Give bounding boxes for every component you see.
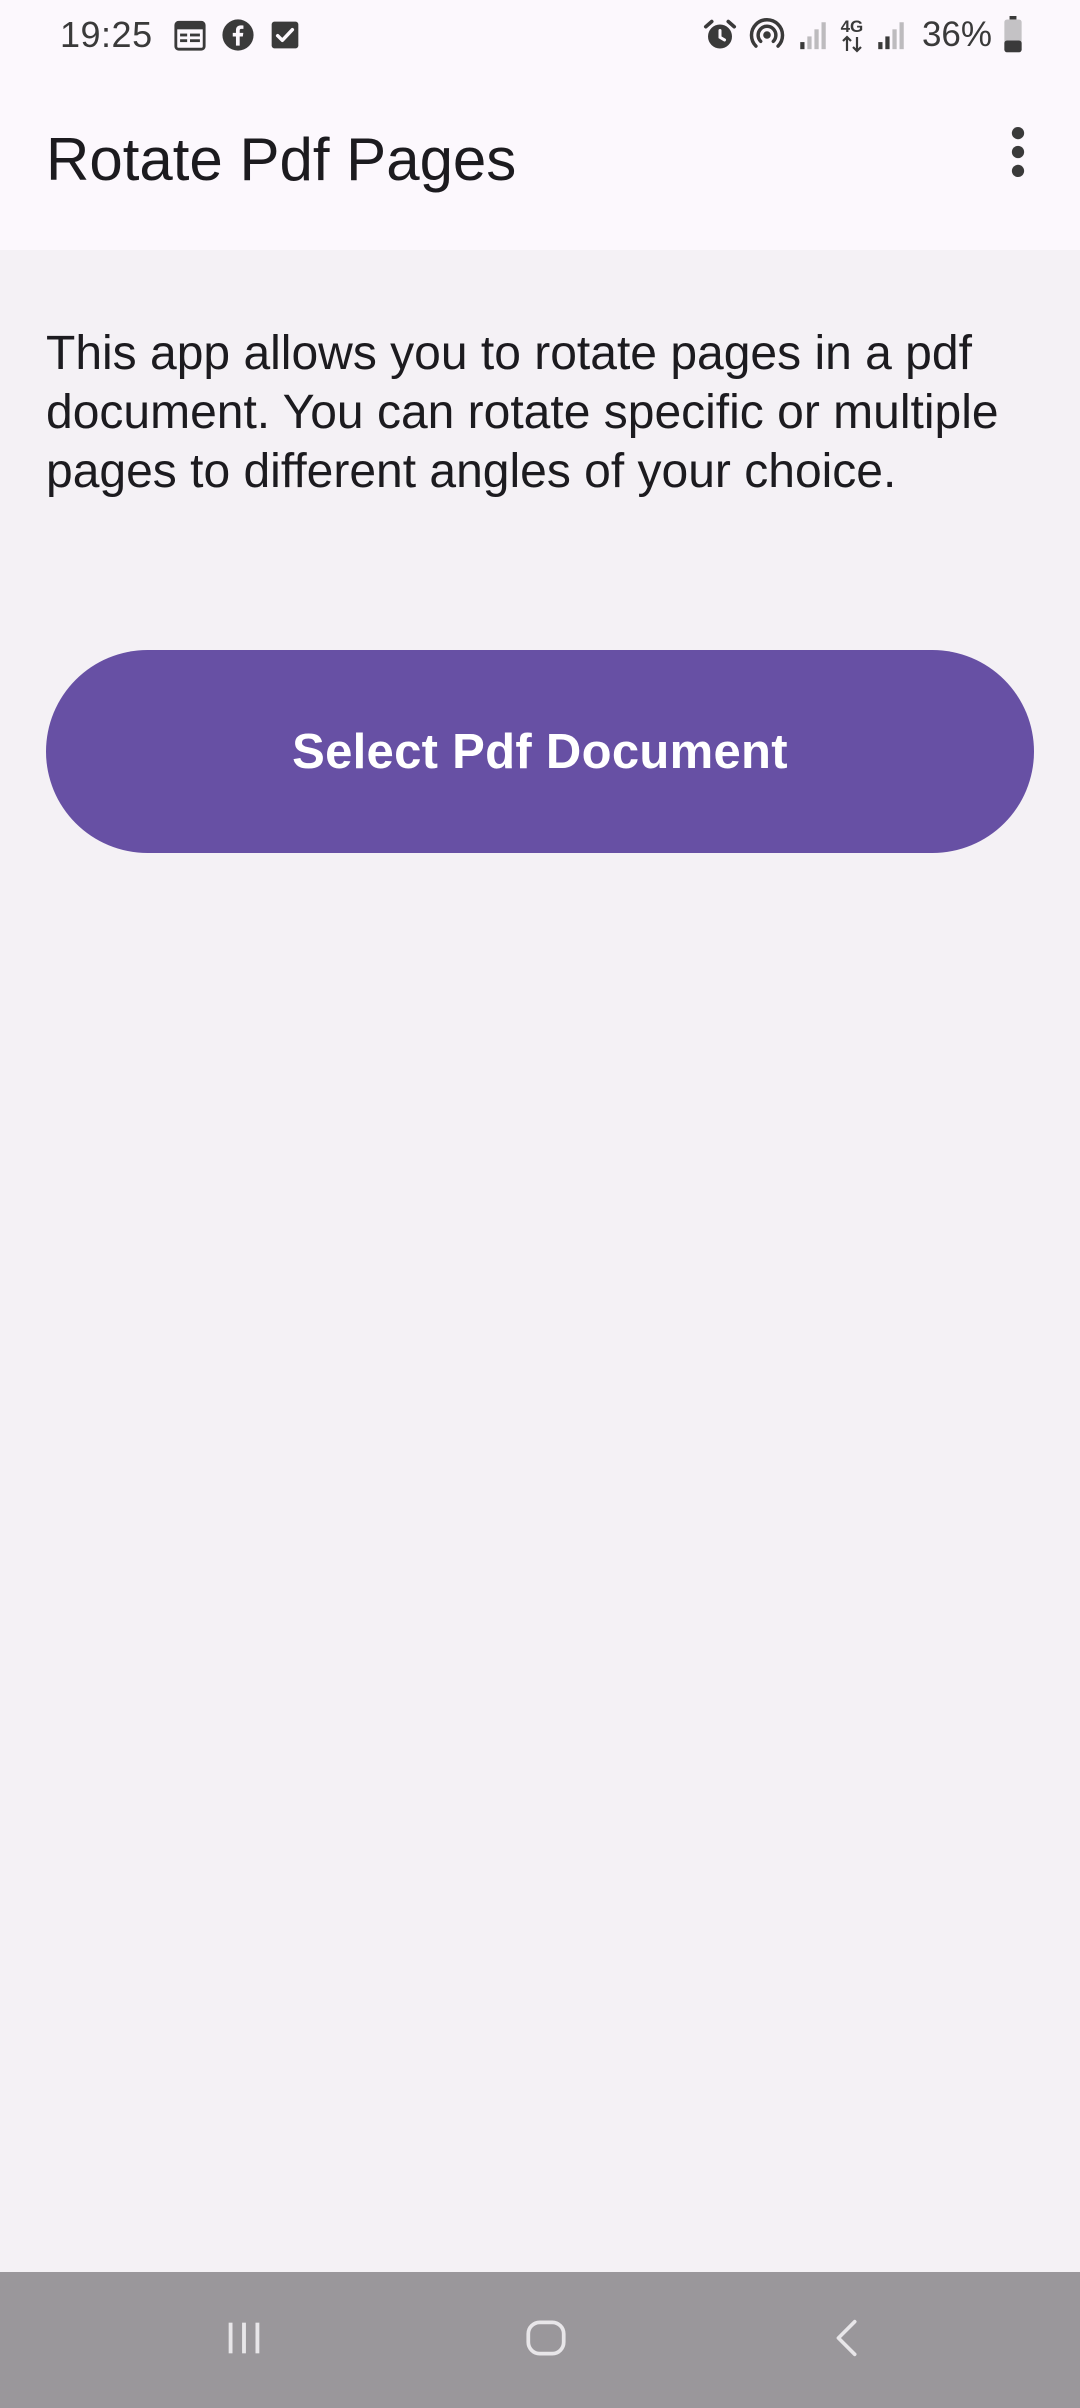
alarm-icon bbox=[702, 17, 738, 53]
back-button[interactable] bbox=[798, 2300, 898, 2380]
status-time: 19:25 bbox=[60, 14, 153, 55]
home-button[interactable] bbox=[496, 2300, 596, 2380]
battery-icon bbox=[1002, 16, 1024, 54]
system-nav-bar bbox=[0, 2272, 1080, 2408]
status-bar: 19:25 4G 36% bbox=[0, 0, 1080, 72]
recent-apps-button[interactable] bbox=[194, 2300, 294, 2380]
back-icon bbox=[825, 2315, 871, 2366]
signal-icon bbox=[874, 18, 908, 52]
network-type-label: 4G bbox=[840, 16, 864, 36]
task-check-icon bbox=[269, 19, 301, 51]
select-pdf-document-button[interactable]: Select Pdf Document bbox=[46, 650, 1034, 853]
facebook-icon bbox=[221, 18, 255, 52]
main-content: This app allows you to rotate pages in a… bbox=[0, 250, 1080, 2272]
battery-percent: 36% bbox=[921, 15, 992, 54]
more-options-button[interactable] bbox=[978, 114, 1058, 194]
network-4g-icon: 4G bbox=[840, 18, 864, 53]
calendar-icon bbox=[173, 18, 207, 52]
page-title: Rotate Pdf Pages bbox=[46, 126, 517, 193]
hotspot-icon bbox=[748, 16, 786, 54]
more-vert-icon bbox=[1008, 126, 1028, 183]
status-left: 19:25 bbox=[60, 12, 301, 58]
status-right: 4G 36% bbox=[702, 12, 1024, 58]
recent-apps-icon bbox=[221, 2315, 267, 2366]
app-bar: Rotate Pdf Pages bbox=[0, 72, 1080, 250]
home-icon bbox=[521, 2313, 571, 2368]
signal-weak-icon bbox=[796, 18, 830, 52]
app-description: This app allows you to rotate pages in a… bbox=[46, 327, 999, 498]
